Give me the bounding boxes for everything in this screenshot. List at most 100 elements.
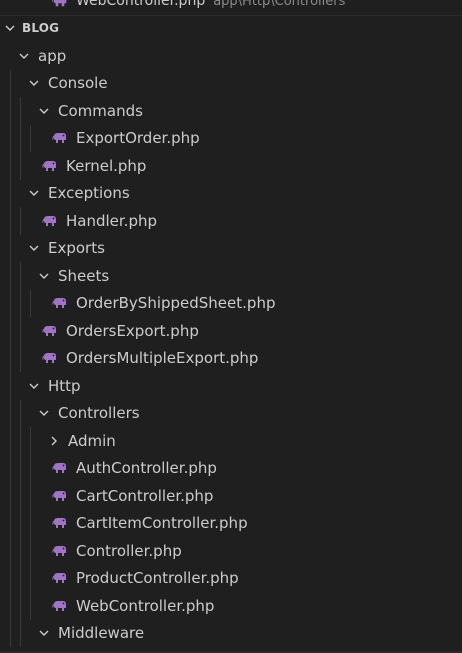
indent-guide xyxy=(10,124,11,152)
indent-guide xyxy=(20,262,21,290)
tree-file-item[interactable]: OrderByShippedSheet.php xyxy=(0,289,462,317)
tree-item-label: OrdersMultipleExport.php xyxy=(66,349,259,368)
open-editor-name: WebController.php xyxy=(76,0,206,9)
tree-item-label: Controller.php xyxy=(76,541,182,560)
indent-guide xyxy=(20,97,21,125)
tree-item-label: Middleware xyxy=(58,624,145,643)
indent-guide xyxy=(20,509,21,537)
tree-file-item[interactable]: CartController.php xyxy=(0,482,462,510)
php-elephant-icon xyxy=(52,488,68,504)
tree-folder-item[interactable]: Sheets xyxy=(0,262,462,290)
tree-folder-item[interactable]: Http xyxy=(0,372,462,400)
indent-guide xyxy=(20,207,21,235)
tree-file-item[interactable]: CartItemController.php xyxy=(0,509,462,537)
indent-guide xyxy=(30,454,31,482)
tree-folder-item[interactable]: Commands xyxy=(0,97,462,125)
tree-item-label: CartItemController.php xyxy=(76,514,248,533)
php-elephant-icon xyxy=(42,323,58,339)
chevron-down-icon xyxy=(36,625,52,641)
tree-item-label: Commands xyxy=(58,101,143,120)
tree-file-item[interactable]: ExportOrder.php xyxy=(0,124,462,152)
indent-guide xyxy=(10,344,11,372)
open-editor-item[interactable]: WebController.php app\Http\Controllers xyxy=(0,0,462,12)
open-editor-path: app\Http\Controllers xyxy=(213,0,346,9)
tree-folder-item[interactable]: app xyxy=(0,42,462,70)
tree-file-item[interactable]: AuthController.php xyxy=(0,454,462,482)
tree-item-label: Sheets xyxy=(58,266,110,285)
tree-file-item[interactable]: Kernel.php xyxy=(0,152,462,180)
indent-guide xyxy=(10,262,11,290)
php-elephant-icon xyxy=(52,0,68,9)
indent-guide xyxy=(10,207,11,235)
explorer-section-header[interactable]: BLOG xyxy=(0,16,462,40)
indent-guide xyxy=(10,317,11,345)
indent-guide xyxy=(10,592,11,620)
indent-guide xyxy=(30,289,31,317)
php-elephant-icon xyxy=(52,570,68,586)
php-elephant-icon xyxy=(52,295,68,311)
php-elephant-icon xyxy=(52,515,68,531)
tree-file-item[interactable]: OrdersExport.php xyxy=(0,317,462,345)
tree-folder-item[interactable]: Console xyxy=(0,69,462,97)
tree-file-item[interactable]: WebController.php xyxy=(0,592,462,620)
tree-folder-item[interactable]: Controllers xyxy=(0,399,462,427)
php-elephant-icon xyxy=(42,158,58,174)
chevron-right-icon xyxy=(46,433,62,449)
indent-guide xyxy=(20,564,21,592)
indent-guide xyxy=(30,564,31,592)
tree-folder-item[interactable]: Exports xyxy=(0,234,462,262)
indent-guide xyxy=(10,234,11,262)
tree-item-label: Exceptions xyxy=(48,184,130,203)
indent-guide xyxy=(10,179,11,207)
php-elephant-icon xyxy=(52,130,68,146)
indent-guide xyxy=(20,482,21,510)
php-elephant-icon xyxy=(42,213,58,229)
php-elephant-icon xyxy=(42,350,58,366)
indent-guide xyxy=(30,482,31,510)
indent-guide xyxy=(10,399,11,427)
tree-item-label: WebController.php xyxy=(76,596,215,615)
tree-file-item[interactable]: Handler.php xyxy=(0,207,462,235)
tree-folder-item[interactable]: Middleware xyxy=(0,619,462,647)
chevron-down-icon xyxy=(16,48,32,64)
indent-guide xyxy=(10,564,11,592)
tree-file-item[interactable]: Controller.php xyxy=(0,537,462,565)
indent-guide xyxy=(10,482,11,510)
indent-guide xyxy=(10,454,11,482)
tree-item-label: Console xyxy=(48,74,108,93)
indent-guide xyxy=(20,537,21,565)
file-explorer: WebController.php app\Http\Controllers B… xyxy=(0,0,462,653)
tree-folder-item[interactable]: Admin xyxy=(0,427,462,455)
tree-item-label: ExportOrder.php xyxy=(76,129,200,148)
indent-guide xyxy=(10,152,11,180)
indent-guide xyxy=(20,592,21,620)
indent-guide xyxy=(20,289,21,317)
indent-guide xyxy=(20,124,21,152)
chevron-down-icon xyxy=(26,75,42,91)
indent-guide xyxy=(30,427,31,455)
chevron-down-icon xyxy=(26,240,42,256)
chevron-down-icon xyxy=(26,378,42,394)
indent-guide xyxy=(30,124,31,152)
chevron-down-icon xyxy=(26,185,42,201)
php-elephant-icon xyxy=(52,598,68,614)
tree-folder-item[interactable]: Exceptions xyxy=(0,179,462,207)
indent-guide xyxy=(10,619,11,647)
indent-guide xyxy=(10,537,11,565)
indent-guide xyxy=(20,619,21,647)
tree-item-label: Handler.php xyxy=(66,211,158,230)
tree-item-label: Admin xyxy=(68,431,116,450)
tree-item-label: Exports xyxy=(48,239,105,258)
chevron-down-icon xyxy=(36,405,52,421)
tree-file-item[interactable]: ProductController.php xyxy=(0,564,462,592)
tree-file-item[interactable]: OrdersMultipleExport.php xyxy=(0,344,462,372)
indent-guide xyxy=(20,152,21,180)
indent-guide xyxy=(30,592,31,620)
indent-guide xyxy=(30,537,31,565)
indent-guide xyxy=(20,427,21,455)
indent-guide xyxy=(10,97,11,125)
section-title: BLOG xyxy=(22,21,60,35)
indent-guide xyxy=(10,372,11,400)
tree-item-label: AuthController.php xyxy=(76,459,217,478)
indent-guide xyxy=(20,399,21,427)
